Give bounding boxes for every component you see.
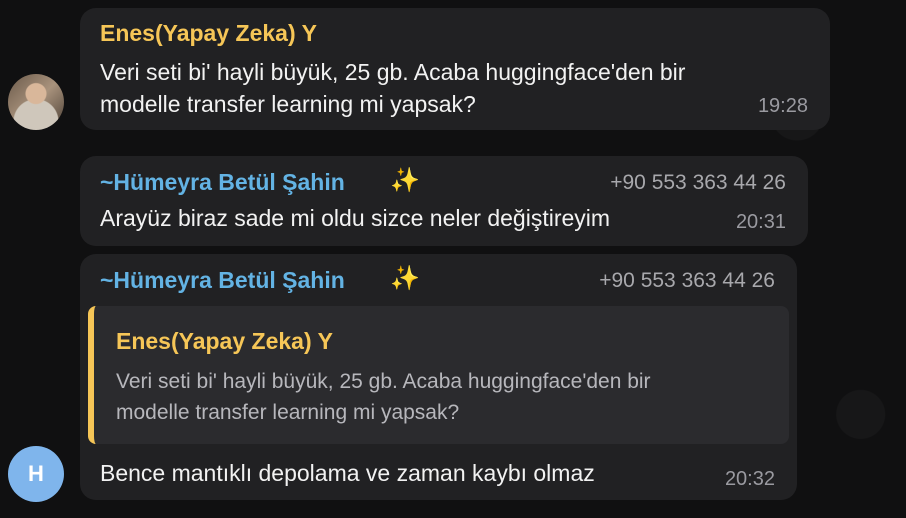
message-text: Bence mantıklı depolama ve zaman kaybı o… xyxy=(100,460,595,486)
message-text-line: Veri seti bi' hayli büyük, 25 gb. Acaba … xyxy=(100,59,686,85)
sparkle-emoji: ✨ xyxy=(390,265,420,292)
message-text: Arayüz biraz sade mi oldu sizce neler de… xyxy=(100,205,611,231)
message-bubble[interactable]: ~Hümeyra Betül Şahin ✨ +90 553 363 44 26… xyxy=(80,156,808,246)
sender-phone-number: +90 553 363 44 26 xyxy=(599,269,775,292)
message-bubble[interactable]: Enes(Yapay Zeka) Y Veri seti bi' hayli b… xyxy=(80,8,830,130)
message-timestamp: 20:31 xyxy=(735,211,786,233)
message-sender-name[interactable]: Enes(Yapay Zeka) Y xyxy=(100,20,317,47)
message-text-line: modelle transfer learning mi yapsak? xyxy=(100,91,476,117)
sender-phone-number: +90 553 363 44 26 xyxy=(610,171,786,194)
message-sender-name[interactable]: ~Hümeyra Betül Şahin xyxy=(100,169,345,196)
message-timestamp: 19:28 xyxy=(757,95,808,117)
reply-quote[interactable]: Enes(Yapay Zeka) Y Veri seti bi' hayli b… xyxy=(88,306,789,444)
sparkle-emoji: ✨ xyxy=(390,167,420,194)
sender-avatar-photo[interactable] xyxy=(8,74,64,130)
message-timestamp: 20:32 xyxy=(724,468,775,490)
reply-quote-sender: Enes(Yapay Zeka) Y xyxy=(116,328,333,354)
message-sender-name[interactable]: ~Hümeyra Betül Şahin xyxy=(100,267,345,294)
message-bubble[interactable]: ~Hümeyra Betül Şahin ✨ +90 553 363 44 26… xyxy=(80,254,797,500)
reply-quote-text-line: Veri seti bi' hayli büyük, 25 gb. Acaba … xyxy=(116,370,651,393)
sender-avatar-initial[interactable]: H xyxy=(8,446,64,502)
reply-quote-text-line: modelle transfer learning mi yapsak? xyxy=(116,401,460,424)
